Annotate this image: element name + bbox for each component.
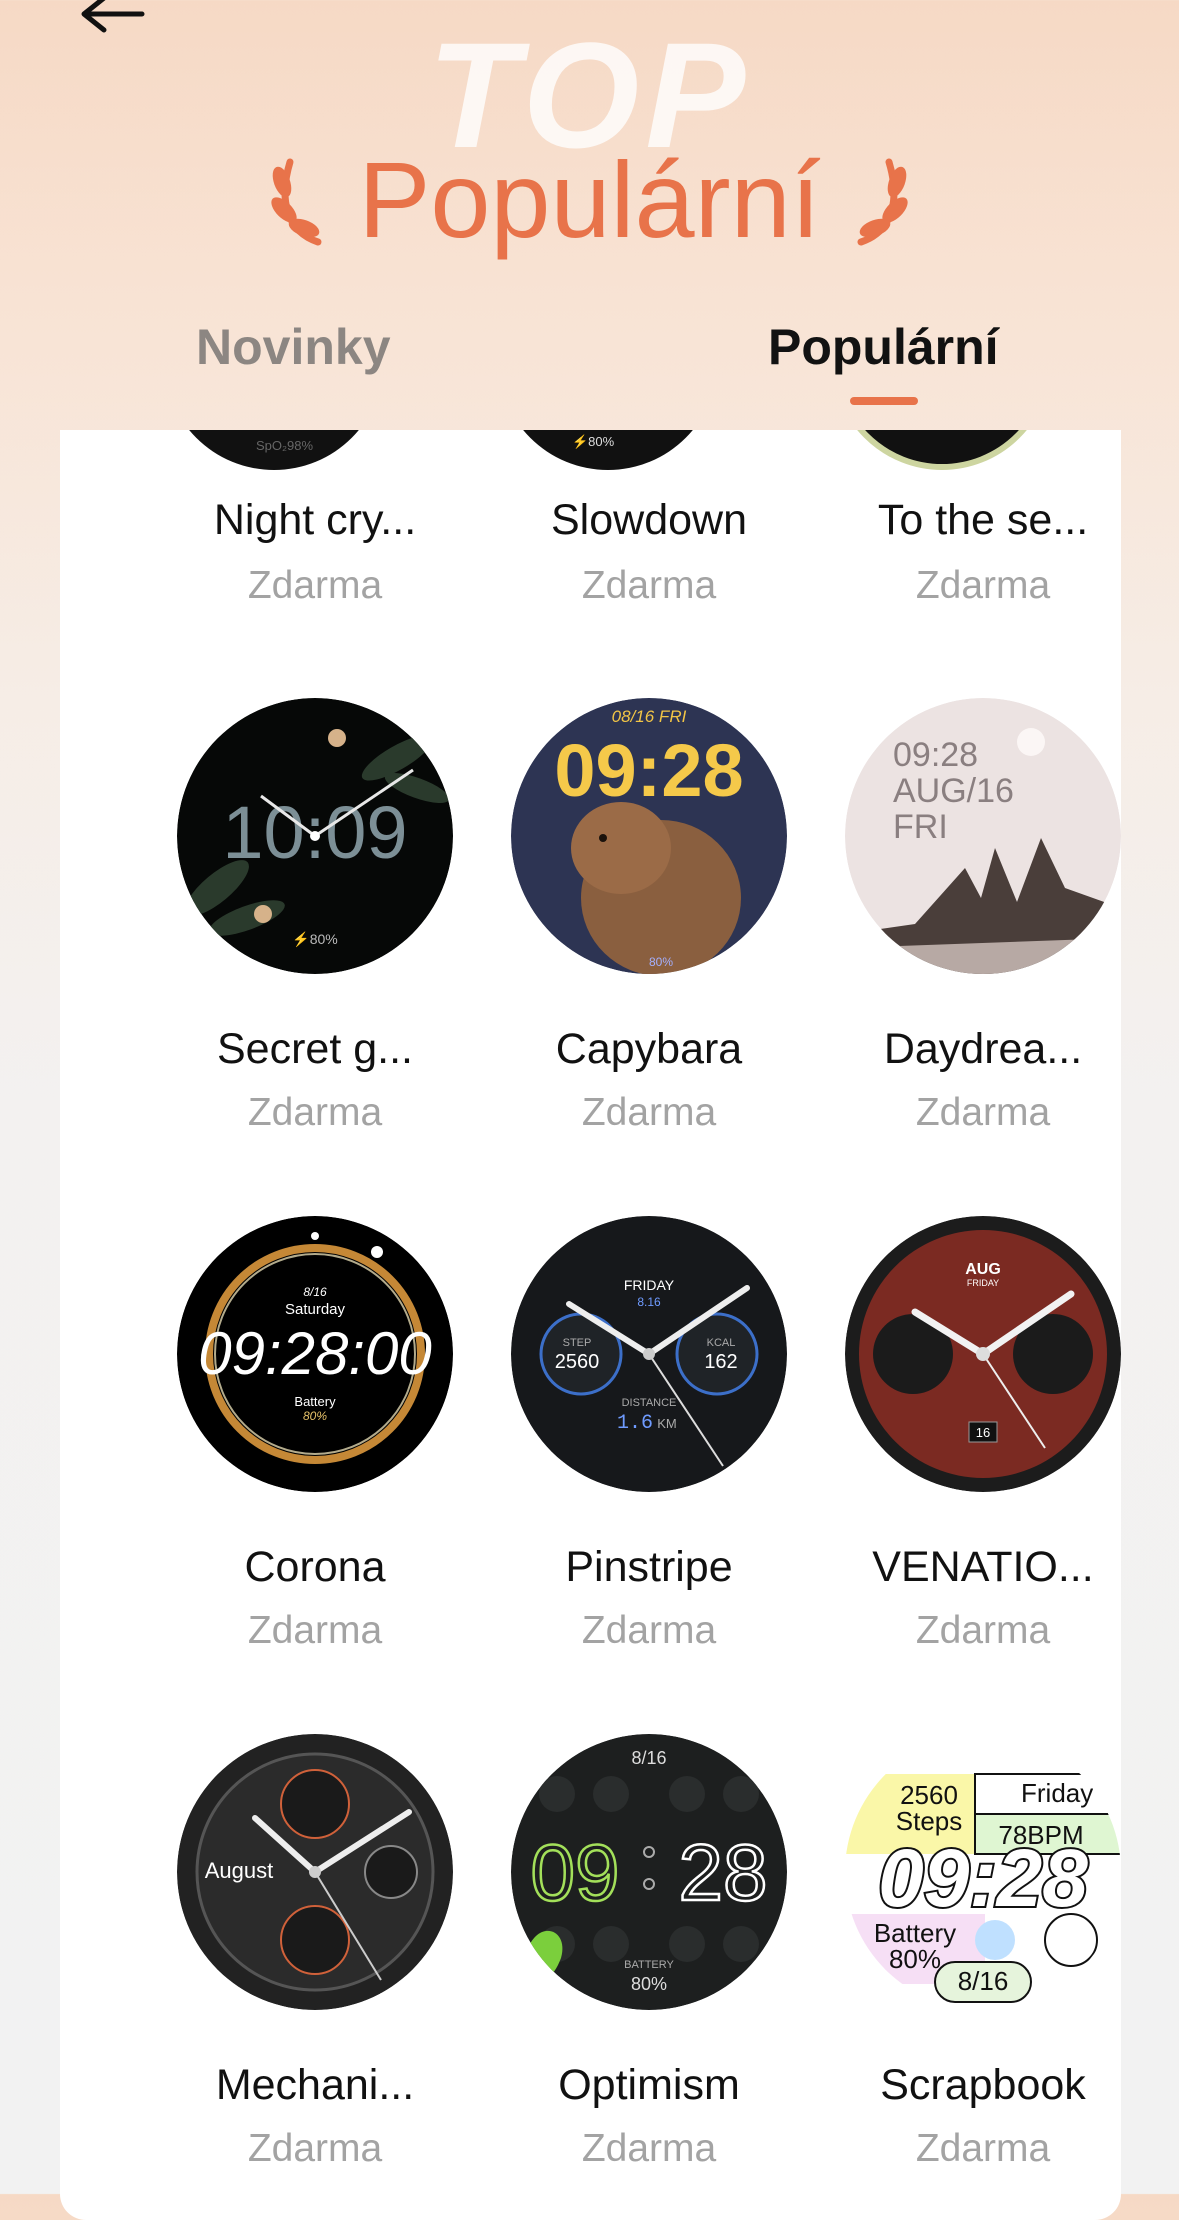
watchface-price: Zdarma [581, 564, 717, 607]
watchface-preview[interactable]: FRIDAY 8.16 STEP 2560 KCAL 162 DISTANCE … [511, 1216, 787, 1492]
face-day: FRIDAY [967, 1278, 999, 1288]
watchface-price: Zdarma [915, 2127, 1051, 2170]
watchface-name[interactable]: Night cry... [148, 495, 482, 545]
watchface-price: Zdarma [581, 1091, 717, 1134]
page-title: Populární [358, 139, 821, 260]
watchface-preview[interactable]: 10:09 ⚡80% [177, 698, 453, 974]
watchface-price: Zdarma [247, 2127, 383, 2170]
watchface-name[interactable]: Optimism [482, 2060, 816, 2110]
face-battery: 80% [649, 955, 673, 969]
watchface-card[interactable]: 8/16 09 28 BATTERY 80% Optimism Zdarma [482, 1734, 816, 2172]
tab-novinky[interactable]: Novinky [196, 318, 391, 376]
watchface-price: Zdarma [915, 1609, 1051, 1652]
watchface-preview[interactable]: 8/16 09 28 BATTERY 80% [511, 1734, 787, 2010]
face-day: Friday [1021, 1778, 1093, 1808]
face-time: 09:28 [554, 729, 743, 812]
face-time: 09:28:00 [198, 1320, 432, 1387]
watchface-price: Zdarma [581, 2127, 717, 2170]
watchface-name[interactable]: Capybara [482, 1024, 816, 1074]
face-date: 8.16 [637, 1295, 661, 1309]
watchface-name[interactable]: Scrapbook [816, 2060, 1121, 2110]
face-battery: 80% [631, 1974, 667, 1994]
watchface-card[interactable]: August Mechani... Zdarma [148, 1734, 482, 2172]
face-date: 8/16 [958, 1966, 1009, 1996]
watchface-preview-partial[interactable] [832, 430, 1052, 470]
face-text: ⚡80% [572, 434, 615, 449]
face-distance: 1.6 [617, 1412, 653, 1435]
face-battery: 80% [303, 1409, 327, 1423]
face-step: 2560 [555, 1351, 600, 1373]
watchface-price: Zdarma [247, 1091, 383, 1134]
watchface-name[interactable]: Daydrea... [816, 1024, 1121, 1074]
face-date: 8/16 [303, 1285, 327, 1299]
face-day: FRI [893, 808, 948, 846]
watchface-card[interactable]: FRIDAY 8.16 STEP 2560 KCAL 162 DISTANCE … [482, 1216, 816, 1654]
face-distance-unit: KM [657, 1416, 677, 1431]
face-date: 08/16 FRI [612, 707, 687, 726]
face-day: FRIDAY [624, 1277, 675, 1293]
face-distance-label: DISTANCE [622, 1397, 677, 1409]
face-date: 8/16 [631, 1748, 666, 1768]
face-date: 16 [976, 1425, 990, 1440]
watchface-price: Zdarma [581, 1609, 717, 1652]
face-month: AUG [965, 1261, 1001, 1278]
watchface-preview[interactable]: 08/16 FRI 09:28 80% [511, 698, 787, 974]
watchface-preview[interactable]: Friday 2560 Steps 78BPM 09:28 Battery 80… [845, 1734, 1121, 2010]
watchface-price: Zdarma [915, 1091, 1051, 1134]
face-kcal: 162 [704, 1351, 737, 1373]
tab-popularni[interactable]: Populární [768, 318, 999, 376]
watchface-card[interactable]: 8/16 Saturday 09:28:00 Battery 80% Coron… [148, 1216, 482, 1654]
active-tab-indicator [850, 397, 918, 405]
face-battery-label: Battery [294, 1394, 336, 1409]
face-time: 09:28 [878, 1833, 1088, 1924]
laurel-right-icon [857, 158, 908, 246]
watchface-name[interactable]: Mechani... [148, 2060, 482, 2110]
face-date: AUG/16 [893, 772, 1014, 810]
face-text: SpO₂98% [256, 438, 314, 453]
face-month: August [205, 1858, 274, 1883]
face-kcal-label: KCAL [707, 1337, 736, 1349]
watchface-preview[interactable]: August [177, 1734, 453, 2010]
laurel-left-icon [271, 158, 322, 246]
watchface-card[interactable]: 10:09 ⚡80% Secret g... Zdarma [148, 698, 482, 1136]
face-hours: 09 [531, 1828, 620, 1917]
face-minutes: 28 [679, 1828, 768, 1917]
face-steps-label: Steps [896, 1806, 963, 1836]
watchface-name[interactable]: Secret g... [148, 1024, 482, 1074]
watchface-price: Zdarma [247, 1609, 383, 1652]
watchface-name[interactable]: VENATIO... [816, 1542, 1121, 1592]
watchface-preview[interactable]: 09:28 AUG/16 FRI [845, 698, 1121, 974]
tab-bar: Novinky Populární [0, 318, 1179, 428]
watchface-card[interactable]: AUG FRIDAY 16 VENATIO... Zdarma [816, 1216, 1121, 1654]
face-battery-label: BATTERY [624, 1959, 674, 1971]
watchface-name[interactable]: Slowdown [482, 495, 816, 545]
header-hero: Populární [0, 140, 1179, 260]
watchface-name[interactable]: Pinstripe [482, 1542, 816, 1592]
face-day: Saturday [285, 1301, 346, 1318]
watchface-name[interactable]: Corona [148, 1542, 482, 1592]
watchface-card[interactable]: 08/16 FRI 09:28 80% Capybara Zdarma [482, 698, 816, 1136]
watchface-price: Zdarma [915, 564, 1051, 607]
watchface-card[interactable]: Friday 2560 Steps 78BPM 09:28 Battery 80… [816, 1734, 1121, 2172]
watchface-card[interactable]: 09:28 AUG/16 FRI Daydrea... Zdarma [816, 698, 1121, 1136]
face-step-label: STEP [563, 1337, 592, 1349]
watchface-preview[interactable]: 8/16 Saturday 09:28:00 Battery 80% [177, 1216, 453, 1492]
watchface-price: Zdarma [247, 564, 383, 607]
watchface-name[interactable]: To the se... [816, 495, 1121, 545]
face-time: 09:28 [893, 736, 978, 774]
face-battery: ⚡80% [292, 931, 337, 948]
face-battery: 80% [889, 1944, 941, 1974]
watchface-preview[interactable]: AUG FRIDAY 16 [845, 1216, 1121, 1492]
watchface-grid: SpO₂98% ⚡80% Night cry... Zdarma Slowdow… [60, 430, 1121, 2220]
